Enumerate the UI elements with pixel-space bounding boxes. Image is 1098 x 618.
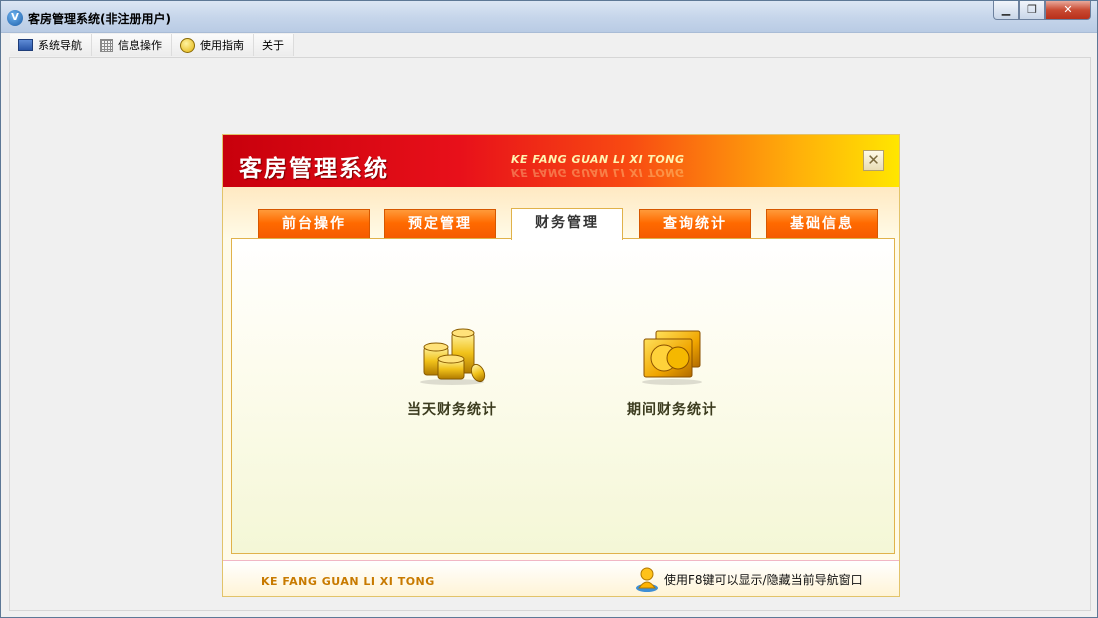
dialog-title: 客房管理系统 (239, 156, 389, 182)
menu-label: 系统导航 (38, 39, 82, 52)
menu-user-guide[interactable]: 使用指南 (172, 34, 254, 56)
feature-label: 当天财务统计 (407, 402, 497, 418)
feature-daily-finance[interactable]: 当天财务统计 (392, 325, 512, 419)
user-info-icon (636, 567, 658, 592)
menu-bar: 系统导航 信息操作 使用指南 关于 (10, 34, 294, 56)
dialog-close-button[interactable]: ✕ (863, 150, 884, 171)
tab-reservation[interactable]: 预定管理 (384, 209, 496, 239)
main-window: V 客房管理系统(非注册用户) ▁ ❐ ✕ 系统导航 信息操作 使用指南 关于 … (0, 0, 1098, 618)
tab-panel-finance: 当天财务统计 期间财务统计 (231, 238, 895, 554)
menu-label: 信息操作 (118, 39, 162, 52)
window-title: 客房管理系统(非注册用户) (28, 12, 171, 26)
dialog-subtitle-reflection: KE FANG GUAN LI XI TONG (511, 166, 685, 179)
feature-period-finance[interactable]: 期间财务统计 (612, 325, 732, 419)
minimize-button[interactable]: ▁ (993, 1, 1019, 20)
dialog-subtitle: KE FANG GUAN LI XI TONG (511, 153, 685, 166)
footer-brand: KE FANG GUAN LI XI TONG (261, 575, 435, 588)
navigation-dialog: 客房管理系统 KE FANG GUAN LI XI TONG KE FANG G… (222, 134, 900, 597)
tab-basic-info[interactable]: 基础信息 (766, 209, 878, 239)
tab-finance[interactable]: 财务管理 (511, 208, 623, 240)
restore-button[interactable]: ❐ (1019, 1, 1045, 20)
title-bar[interactable]: V 客房管理系统(非注册用户) ▁ ❐ ✕ (1, 1, 1097, 33)
guide-smiley-icon (180, 37, 195, 53)
window-controls: ▁ ❐ ✕ (993, 1, 1091, 21)
close-button[interactable]: ✕ (1045, 1, 1091, 20)
tab-front-desk[interactable]: 前台操作 (258, 209, 370, 239)
app-icon: V (7, 10, 23, 26)
menu-system-nav[interactable]: 系统导航 (10, 34, 92, 56)
dialog-header: 客房管理系统 KE FANG GUAN LI XI TONG KE FANG G… (223, 135, 899, 187)
grid-icon (100, 38, 113, 52)
menu-info-ops[interactable]: 信息操作 (92, 34, 172, 56)
gold-coins-icon (420, 328, 486, 385)
menu-label: 使用指南 (200, 39, 244, 52)
nav-window-icon (18, 39, 33, 51)
feature-label: 期间财务统计 (627, 402, 717, 418)
menu-about[interactable]: 关于 (254, 34, 294, 56)
dialog-footer: KE FANG GUAN LI XI TONG 使用F8键可以显示/隐藏当前导航… (223, 560, 899, 596)
gold-cards-icon (642, 330, 702, 385)
footer-tip: 使用F8键可以显示/隐藏当前导航窗口 (664, 573, 863, 587)
menu-label: 关于 (262, 39, 284, 52)
tab-query-stats[interactable]: 查询统计 (639, 209, 751, 239)
